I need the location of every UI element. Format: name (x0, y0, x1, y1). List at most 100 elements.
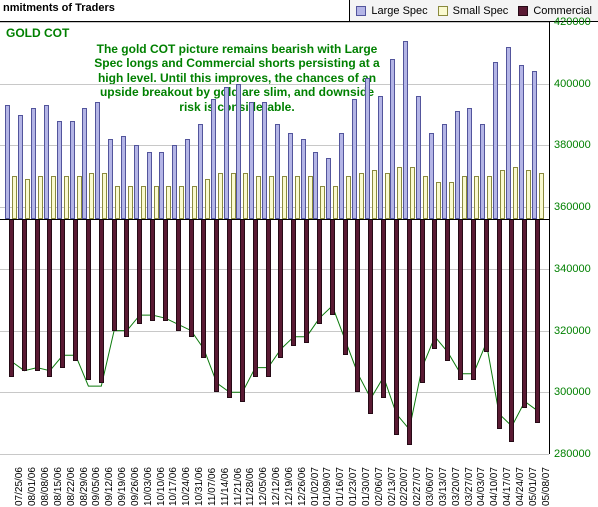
bar-large (159, 152, 164, 220)
bar-small (308, 176, 313, 219)
y-tick-label: 340000 (554, 263, 591, 275)
bar-comm (60, 219, 65, 367)
bar-large (147, 152, 152, 220)
x-tick-label: 11/14/06 (220, 468, 231, 506)
bar-large (121, 136, 126, 219)
bar-large (44, 105, 49, 219)
bar-small (385, 173, 390, 219)
x-tick-label: 03/27/07 (464, 467, 475, 506)
swatch-large-icon (356, 6, 366, 16)
chart-root: nmitments of Traders Large Spec Small Sp… (0, 0, 598, 507)
bar-comm (407, 219, 412, 444)
y-tick-label: 320000 (554, 325, 591, 337)
x-tick-label: 09/12/06 (104, 467, 115, 506)
y-tick-label: 400000 (554, 78, 591, 90)
bar-comm (124, 219, 129, 336)
legend-label-large: Large Spec (371, 5, 427, 17)
bar-small (500, 170, 505, 219)
x-tick-label: 10/03/06 (143, 467, 154, 506)
bar-small (513, 167, 518, 219)
bar-small (115, 186, 120, 220)
bar-comm (304, 219, 309, 342)
x-tick-label: 08/01/06 (27, 467, 38, 506)
x-tick-label: 01/23/07 (348, 467, 359, 506)
bar-small (12, 176, 17, 219)
x-tick-label: 01/02/07 (310, 467, 321, 506)
bar-large (480, 124, 485, 220)
bar-small (179, 186, 184, 220)
bar-small (359, 173, 364, 219)
bar-small (539, 173, 544, 219)
bar-large (82, 108, 87, 219)
bar-comm (317, 219, 322, 324)
bar-comm (253, 219, 258, 376)
bar-small (372, 170, 377, 219)
bar-comm (484, 219, 489, 352)
bar-comm (201, 219, 206, 358)
bar-comm (445, 219, 450, 361)
bar-comm (432, 219, 437, 349)
gridline (0, 22, 549, 23)
x-tick-label: 01/16/07 (335, 467, 346, 506)
bar-comm (266, 219, 271, 376)
bar-small (89, 173, 94, 219)
x-tick-label: 03/13/07 (438, 467, 449, 506)
bar-comm (368, 219, 373, 413)
bar-small (423, 176, 428, 219)
bar-large (57, 121, 62, 220)
gridline (0, 84, 549, 85)
x-tick-label: 04/10/07 (489, 467, 500, 506)
gridline (0, 392, 549, 393)
bar-small (487, 176, 492, 219)
legend-label-small: Small Spec (453, 5, 509, 17)
bar-small (102, 173, 107, 219)
x-tick-label: 05/01/07 (528, 467, 539, 506)
bar-large (288, 133, 293, 219)
x-tick-label: 10/31/06 (194, 467, 205, 506)
x-tick-label: 01/30/07 (361, 467, 372, 506)
x-tick-label: 10/24/06 (181, 467, 192, 506)
swatch-small-icon (438, 6, 448, 16)
y-tick-label: 380000 (554, 139, 591, 151)
bar-small (526, 170, 531, 219)
x-tick-label: 09/26/06 (130, 467, 141, 506)
bar-small (141, 186, 146, 220)
bar-small (449, 182, 454, 219)
y-axis: 2800003000003200003400003600003800004000… (550, 22, 598, 454)
bar-comm (394, 219, 399, 435)
legend-item-large: Large Spec (356, 5, 427, 17)
bar-comm (535, 219, 540, 423)
bar-large (442, 124, 447, 220)
legend-label-commercial: Commercial (533, 5, 592, 17)
bar-comm (497, 219, 502, 429)
bar-small (282, 176, 287, 219)
bar-comm (214, 219, 219, 392)
x-tick-label: 12/19/06 (284, 467, 295, 506)
bar-large (70, 121, 75, 220)
x-tick-label: 09/19/06 (117, 467, 128, 506)
x-tick-label: 05/08/07 (541, 467, 552, 506)
bar-large (18, 115, 23, 220)
bar-large (429, 133, 434, 219)
bar-large (339, 133, 344, 219)
x-tick-label: 03/20/07 (451, 467, 462, 506)
x-tick-label: 07/25/06 (14, 467, 25, 506)
bar-small (64, 176, 69, 219)
bar-comm (137, 219, 142, 324)
x-tick-label: 04/24/07 (515, 467, 526, 506)
gridline (0, 331, 549, 332)
x-tick-label: 02/20/07 (399, 467, 410, 506)
bar-small (320, 186, 325, 220)
bar-small (346, 176, 351, 219)
bar-large (519, 65, 524, 219)
gridline (0, 269, 549, 270)
bar-large (378, 96, 383, 219)
bar-comm (189, 219, 194, 336)
bar-comm (73, 219, 78, 361)
bar-large (326, 158, 331, 220)
bar-small (462, 176, 467, 219)
x-tick-label: 02/27/07 (412, 467, 423, 506)
bar-small (410, 167, 415, 219)
bar-comm (381, 219, 386, 398)
x-tick-label: 04/03/07 (476, 467, 487, 506)
